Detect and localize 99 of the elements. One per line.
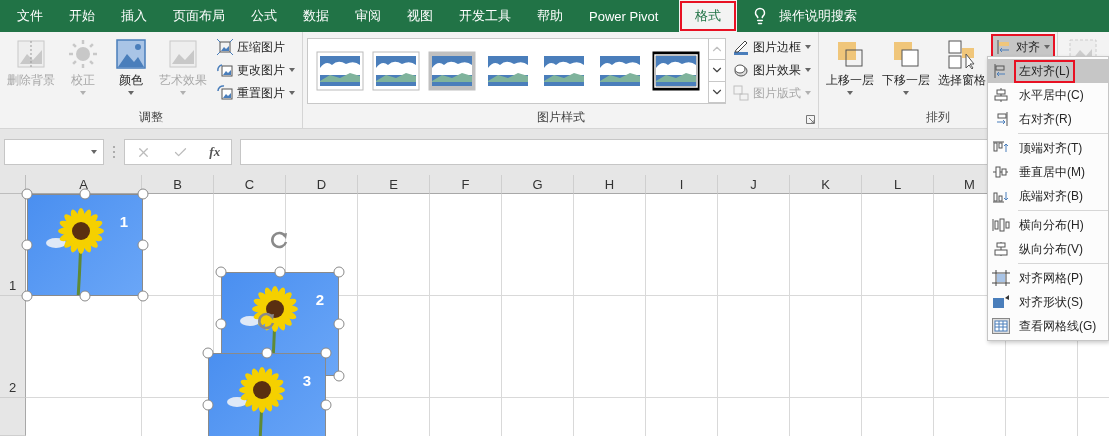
picture-number: 1 [119, 213, 128, 230]
resize-handle[interactable] [333, 370, 345, 382]
dialog-launcher-icon[interactable] [806, 115, 815, 124]
group-title: 图片样式 [536, 109, 585, 126]
ribbon-tab[interactable]: 页面布局 [160, 0, 238, 32]
ribbon-tab[interactable]: 插入 [108, 0, 160, 32]
column-header[interactable]: G [502, 175, 574, 194]
ribbon-button[interactable]: 颜色 [108, 36, 154, 97]
column-header[interactable]: J [718, 175, 790, 194]
resize-handle[interactable] [333, 318, 345, 330]
ribbon-small-button[interactable]: 压缩图片 [214, 36, 298, 58]
resize-handle[interactable] [21, 188, 33, 200]
menu-item[interactable]: 查看网格线(G) [988, 314, 1108, 338]
ribbon-tab[interactable]: 格式 [679, 0, 738, 32]
ribbon-tab[interactable]: 开始 [56, 0, 108, 32]
sun-icon [67, 38, 99, 70]
resize-handle[interactable] [215, 266, 227, 278]
gridlines-icon [992, 318, 1010, 334]
name-box[interactable] [4, 139, 104, 165]
resize-handle[interactable] [320, 347, 332, 359]
column-header[interactable]: K [790, 175, 862, 194]
reset-picture-icon [217, 85, 233, 101]
align-middle-icon [992, 164, 1010, 180]
snap-to-grid-icon [992, 270, 1010, 286]
selection-pane-icon [946, 38, 978, 70]
resize-handle[interactable] [320, 399, 332, 411]
align-left-icon [996, 39, 1012, 55]
row-header[interactable]: 2 [0, 296, 26, 398]
layout-icon [733, 85, 749, 101]
insert-function-button[interactable]: fx [209, 144, 221, 160]
compress-picture-icon [217, 39, 233, 55]
ribbon-tab[interactable]: 文件 [4, 0, 56, 32]
menu-item[interactable]: 纵向分布(V) [988, 237, 1108, 261]
ribbon-tab[interactable]: 公式 [238, 0, 290, 32]
rotate-handle-icon[interactable] [257, 311, 277, 331]
resize-handle[interactable] [137, 239, 149, 251]
resize-handle[interactable] [137, 290, 149, 302]
menu-item[interactable]: 横向分布(H) [988, 213, 1108, 237]
column-header[interactable]: D [286, 175, 358, 194]
drag-handle-icon[interactable] [112, 145, 116, 159]
ribbon-tab[interactable]: 帮助 [524, 0, 576, 32]
distribute-horizontally-icon [992, 217, 1010, 233]
column-header[interactable]: A [26, 175, 142, 194]
menu-item[interactable]: 对齐形状(S) [988, 290, 1108, 314]
menu-item[interactable]: 左对齐(L) [988, 59, 1108, 83]
group-title: 调整 [139, 109, 163, 126]
resize-handle[interactable] [202, 347, 214, 359]
resize-handle[interactable] [79, 290, 91, 302]
rotate-handle-icon[interactable] [270, 230, 290, 250]
column-header[interactable]: H [574, 175, 646, 194]
column-header[interactable]: F [430, 175, 502, 194]
resize-handle[interactable] [333, 266, 345, 278]
ribbon-button[interactable]: 下移一层 [879, 36, 933, 97]
ribbon-tab[interactable]: 审阅 [342, 0, 394, 32]
ribbon-tab[interactable]: Power Pivot [576, 0, 672, 32]
picture-icon [115, 38, 147, 70]
change-picture-icon [217, 62, 233, 78]
column-header[interactable]: L [862, 175, 934, 194]
resize-handle[interactable] [79, 188, 91, 200]
ribbon-tab[interactable]: 数据 [290, 0, 342, 32]
column-header[interactable]: E [358, 175, 430, 194]
menu-item[interactable]: 对齐网格(P) [988, 266, 1108, 290]
artistic-picture-icon [167, 38, 199, 70]
resize-handle[interactable] [274, 266, 286, 278]
resize-handle[interactable] [261, 347, 273, 359]
ribbon-small-button[interactable]: 对齐 [993, 36, 1053, 58]
tell-me-search[interactable]: 操作说明搜索 [779, 7, 858, 25]
menu-item[interactable]: 水平居中(C) [988, 83, 1108, 107]
distribute-vertically-icon [992, 241, 1010, 257]
resize-handle[interactable] [21, 239, 33, 251]
column-header[interactable]: C [214, 175, 286, 194]
ribbon-small-button[interactable]: 图片边框 [730, 36, 814, 58]
picture-number: 2 [315, 291, 324, 308]
align-center-icon [992, 87, 1010, 103]
column-header[interactable]: B [142, 175, 214, 194]
ribbon-tab[interactable]: 视图 [394, 0, 446, 32]
pencil-icon [733, 39, 749, 55]
column-header[interactable]: I [646, 175, 718, 194]
picture-style-thumbnail[interactable] [652, 51, 700, 91]
ribbon-small-button[interactable]: 图片效果 [730, 59, 814, 81]
ribbon-small-button[interactable]: 重置图片 [214, 82, 298, 104]
ribbon-button[interactable]: 选择窗格 [935, 36, 989, 91]
resize-handle[interactable] [202, 399, 214, 411]
picture-style-thumbnail[interactable] [372, 51, 420, 91]
resize-handle[interactable] [215, 318, 227, 330]
ribbon-small-button[interactable]: 更改图片 [214, 59, 298, 81]
resize-handle[interactable] [137, 188, 149, 200]
row-header[interactable] [0, 398, 26, 436]
menu-item[interactable]: 右对齐(R) [988, 107, 1108, 131]
snap-to-shape-icon [992, 294, 1010, 310]
remove-background-icon [15, 38, 47, 70]
resize-handle[interactable] [21, 290, 33, 302]
menu-item[interactable]: 顶端对齐(T) [988, 136, 1108, 160]
group-title: 排列 [926, 109, 950, 126]
row-header[interactable]: 1 [0, 194, 26, 296]
ribbon-button[interactable]: 上移一层 [823, 36, 877, 97]
effects-icon [733, 62, 749, 78]
picture-style-thumbnail[interactable] [316, 51, 364, 91]
ribbon-tab[interactable]: 开发工具 [446, 0, 524, 32]
